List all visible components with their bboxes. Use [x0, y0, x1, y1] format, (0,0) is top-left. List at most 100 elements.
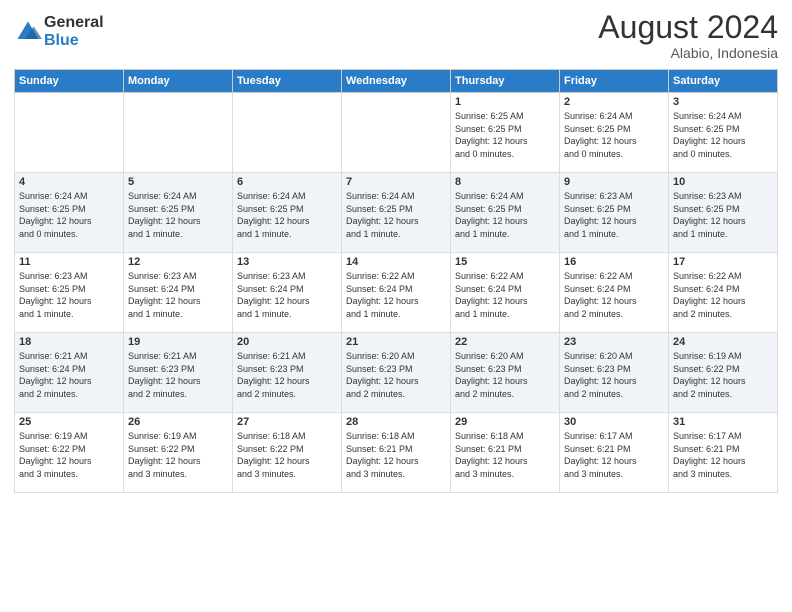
- calendar-body: 1 Sunrise: 6:25 AM Sunset: 6:25 PM Daylig…: [15, 93, 778, 493]
- calendar-row: 25 Sunrise: 6:19 AM Sunset: 6:22 PM Dayli…: [15, 413, 778, 493]
- calendar-header: SundayMondayTuesdayWednesdayThursdayFrid…: [15, 70, 778, 93]
- calendar-cell: 8 Sunrise: 6:24 AM Sunset: 6:25 PM Daylig…: [451, 173, 560, 253]
- day-info: Sunrise: 6:23 AM Sunset: 6:24 PM Dayligh…: [128, 270, 228, 320]
- day-number: 28: [346, 416, 446, 428]
- calendar-cell: [124, 93, 233, 173]
- title-block: August 2024 Alabio, Indonesia: [598, 10, 778, 61]
- calendar-cell: 9 Sunrise: 6:23 AM Sunset: 6:25 PM Daylig…: [560, 173, 669, 253]
- calendar-cell: 7Sunrise: 6:24 AM Sunset: 6:25 PM Daylig…: [342, 173, 451, 253]
- day-number: 21: [346, 336, 446, 348]
- day-number: 30: [564, 416, 664, 428]
- day-number: 17: [673, 256, 773, 268]
- calendar-cell: 5 Sunrise: 6:24 AM Sunset: 6:25 PM Daylig…: [124, 173, 233, 253]
- calendar-cell: 19 Sunrise: 6:21 AM Sunset: 6:23 PM Dayli…: [124, 333, 233, 413]
- calendar-cell: 17 Sunrise: 6:22 AM Sunset: 6:24 PM Dayli…: [669, 253, 778, 333]
- day-number: 31: [673, 416, 773, 428]
- day-info: Sunrise: 6:24 AM Sunset: 6:25 PM Dayligh…: [346, 190, 446, 240]
- day-number: 26: [128, 416, 228, 428]
- day-info: Sunrise: 6:17 AM Sunset: 6:21 PM Dayligh…: [564, 430, 664, 480]
- header-row: SundayMondayTuesdayWednesdayThursdayFrid…: [15, 70, 778, 93]
- day-info: Sunrise: 6:21 AM Sunset: 6:24 PM Dayligh…: [19, 350, 119, 400]
- calendar-cell: 21 Sunrise: 6:20 AM Sunset: 6:23 PM Dayli…: [342, 333, 451, 413]
- calendar-row: 4 Sunrise: 6:24 AM Sunset: 6:25 PM Daylig…: [15, 173, 778, 253]
- logo-icon: [14, 18, 42, 46]
- day-number: 25: [19, 416, 119, 428]
- day-number: 19: [128, 336, 228, 348]
- calendar-cell: 4Sunrise: 6:24 AM Sunset: 6:25 PM Daylig…: [15, 173, 124, 253]
- day-number: 29: [455, 416, 555, 428]
- day-number: 3: [673, 96, 773, 108]
- day-number: 14: [346, 256, 446, 268]
- day-number: 2: [564, 96, 664, 108]
- day-number: 10: [673, 176, 773, 188]
- calendar-cell: 6 Sunrise: 6:24 AM Sunset: 6:25 PM Daylig…: [233, 173, 342, 253]
- calendar-cell: 1 Sunrise: 6:25 AM Sunset: 6:25 PM Daylig…: [451, 93, 560, 173]
- day-info: Sunrise: 6:24 AM Sunset: 6:25 PM Dayligh…: [128, 190, 228, 240]
- day-info: Sunrise: 6:19 AM Sunset: 6:22 PM Dayligh…: [673, 350, 773, 400]
- calendar-cell: 3Sunrise: 6:24 AM Sunset: 6:25 PM Daylig…: [669, 93, 778, 173]
- calendar-cell: 14 Sunrise: 6:22 AM Sunset: 6:24 PM Dayli…: [342, 253, 451, 333]
- logo: General Blue: [14, 14, 104, 49]
- logo-general: General: [44, 14, 104, 32]
- day-number: 9: [564, 176, 664, 188]
- day-number: 15: [455, 256, 555, 268]
- day-info: Sunrise: 6:24 AM Sunset: 6:25 PM Dayligh…: [237, 190, 337, 240]
- calendar-cell: [15, 93, 124, 173]
- calendar-cell: 23Sunrise: 6:20 AM Sunset: 6:23 PM Dayli…: [560, 333, 669, 413]
- logo-blue: Blue: [44, 32, 104, 50]
- day-info: Sunrise: 6:25 AM Sunset: 6:25 PM Dayligh…: [455, 110, 555, 160]
- day-number: 27: [237, 416, 337, 428]
- subtitle: Alabio, Indonesia: [598, 45, 778, 61]
- day-info: Sunrise: 6:21 AM Sunset: 6:23 PM Dayligh…: [128, 350, 228, 400]
- calendar-cell: [233, 93, 342, 173]
- day-number: 4: [19, 176, 119, 188]
- day-number: 20: [237, 336, 337, 348]
- calendar-cell: 20Sunrise: 6:21 AM Sunset: 6:23 PM Dayli…: [233, 333, 342, 413]
- calendar-cell: 16 Sunrise: 6:22 AM Sunset: 6:24 PM Dayli…: [560, 253, 669, 333]
- calendar-cell: 25 Sunrise: 6:19 AM Sunset: 6:22 PM Dayli…: [15, 413, 124, 493]
- day-info: Sunrise: 6:23 AM Sunset: 6:25 PM Dayligh…: [19, 270, 119, 320]
- day-info: Sunrise: 6:20 AM Sunset: 6:23 PM Dayligh…: [455, 350, 555, 400]
- calendar-cell: 29 Sunrise: 6:18 AM Sunset: 6:21 PM Dayli…: [451, 413, 560, 493]
- day-number: 24: [673, 336, 773, 348]
- day-info: Sunrise: 6:18 AM Sunset: 6:21 PM Dayligh…: [346, 430, 446, 480]
- day-info: Sunrise: 6:19 AM Sunset: 6:22 PM Dayligh…: [128, 430, 228, 480]
- header-cell-saturday: Saturday: [669, 70, 778, 93]
- day-info: Sunrise: 6:19 AM Sunset: 6:22 PM Dayligh…: [19, 430, 119, 480]
- day-info: Sunrise: 6:23 AM Sunset: 6:25 PM Dayligh…: [564, 190, 664, 240]
- calendar-cell: 11Sunrise: 6:23 AM Sunset: 6:25 PM Dayli…: [15, 253, 124, 333]
- header-cell-sunday: Sunday: [15, 70, 124, 93]
- calendar-cell: 10 Sunrise: 6:23 AM Sunset: 6:25 PM Dayli…: [669, 173, 778, 253]
- day-info: Sunrise: 6:22 AM Sunset: 6:24 PM Dayligh…: [673, 270, 773, 320]
- calendar-cell: 18Sunrise: 6:21 AM Sunset: 6:24 PM Dayli…: [15, 333, 124, 413]
- calendar-cell: 27Sunrise: 6:18 AM Sunset: 6:22 PM Dayli…: [233, 413, 342, 493]
- day-info: Sunrise: 6:18 AM Sunset: 6:21 PM Dayligh…: [455, 430, 555, 480]
- day-number: 6: [237, 176, 337, 188]
- calendar-cell: 22Sunrise: 6:20 AM Sunset: 6:23 PM Dayli…: [451, 333, 560, 413]
- day-info: Sunrise: 6:20 AM Sunset: 6:23 PM Dayligh…: [346, 350, 446, 400]
- calendar-cell: 24 Sunrise: 6:19 AM Sunset: 6:22 PM Dayli…: [669, 333, 778, 413]
- calendar-cell: 30 Sunrise: 6:17 AM Sunset: 6:21 PM Dayli…: [560, 413, 669, 493]
- day-info: Sunrise: 6:22 AM Sunset: 6:24 PM Dayligh…: [455, 270, 555, 320]
- day-number: 1: [455, 96, 555, 108]
- header-cell-tuesday: Tuesday: [233, 70, 342, 93]
- main-title: August 2024: [598, 10, 778, 45]
- day-info: Sunrise: 6:17 AM Sunset: 6:21 PM Dayligh…: [673, 430, 773, 480]
- day-number: 5: [128, 176, 228, 188]
- header-cell-monday: Monday: [124, 70, 233, 93]
- day-number: 23: [564, 336, 664, 348]
- day-number: 13: [237, 256, 337, 268]
- day-info: Sunrise: 6:24 AM Sunset: 6:25 PM Dayligh…: [455, 190, 555, 240]
- page: General Blue August 2024 Alabio, Indones…: [0, 0, 792, 612]
- header: General Blue August 2024 Alabio, Indones…: [14, 10, 778, 61]
- calendar-table: SundayMondayTuesdayWednesdayThursdayFrid…: [14, 69, 778, 493]
- day-number: 16: [564, 256, 664, 268]
- day-number: 8: [455, 176, 555, 188]
- day-info: Sunrise: 6:22 AM Sunset: 6:24 PM Dayligh…: [346, 270, 446, 320]
- calendar-cell: 26 Sunrise: 6:19 AM Sunset: 6:22 PM Dayli…: [124, 413, 233, 493]
- day-number: 12: [128, 256, 228, 268]
- calendar-cell: [342, 93, 451, 173]
- day-info: Sunrise: 6:23 AM Sunset: 6:25 PM Dayligh…: [673, 190, 773, 240]
- day-info: Sunrise: 6:22 AM Sunset: 6:24 PM Dayligh…: [564, 270, 664, 320]
- calendar-cell: 15 Sunrise: 6:22 AM Sunset: 6:24 PM Dayli…: [451, 253, 560, 333]
